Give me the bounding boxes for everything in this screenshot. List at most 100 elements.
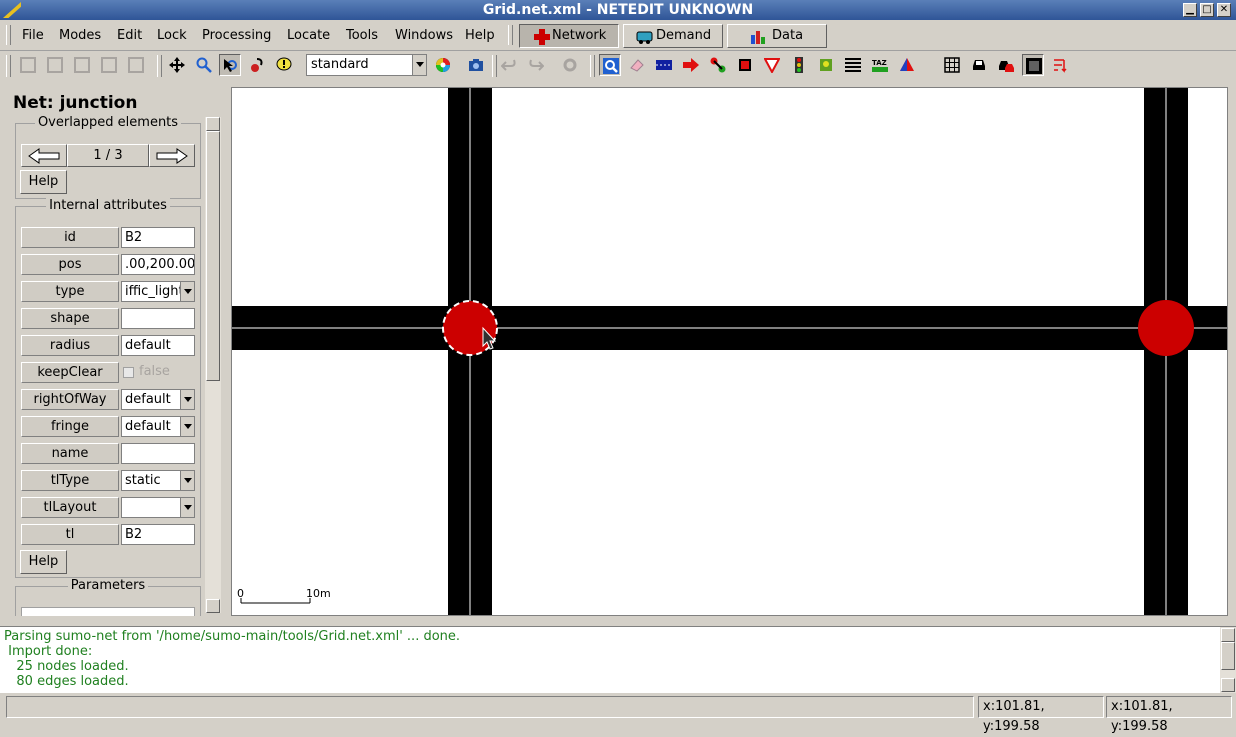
message-log[interactable]: Parsing sumo-net from '/home/sumo-main/t…	[0, 626, 1236, 693]
arrow-right-icon	[683, 58, 699, 72]
save-network-button[interactable]	[44, 54, 66, 76]
attr-label-tllayout[interactable]: tlLayout	[21, 497, 119, 518]
compute-junctions-button[interactable]	[559, 54, 581, 76]
scroll-up-icon[interactable]	[1221, 628, 1235, 642]
shape-mode-button[interactable]	[896, 54, 918, 76]
save-demand-button[interactable]	[98, 54, 120, 76]
recenter-view-button[interactable]	[166, 54, 188, 76]
additional-mode-button[interactable]	[815, 54, 837, 76]
taz-mode-button[interactable]: TAZ	[869, 54, 891, 76]
maximize-button[interactable]: □	[1200, 3, 1214, 17]
toolbar-grip[interactable]	[6, 55, 11, 77]
junction-shape-icon	[1026, 58, 1042, 74]
attr-shape-input[interactable]	[121, 308, 195, 329]
supermode-network-button[interactable]: Network	[519, 24, 619, 48]
select-mode-button[interactable]	[653, 54, 675, 76]
change-all-phases-button[interactable]	[1049, 54, 1071, 76]
menu-windows[interactable]: Windows	[395, 28, 453, 43]
menu-lock[interactable]: Lock	[157, 28, 187, 43]
connection-mode-button[interactable]	[734, 54, 756, 76]
attr-radius-input[interactable]: default	[121, 335, 195, 356]
toolbar-grip[interactable]	[6, 25, 11, 45]
viewport-scheme-select[interactable]: standard	[306, 54, 427, 76]
new-network-button[interactable]	[17, 54, 39, 76]
attr-type-select[interactable]: iffic_light	[121, 281, 195, 302]
inspect-cursor-button[interactable]	[219, 54, 241, 76]
close-button[interactable]: ✕	[1217, 3, 1231, 17]
minimize-button[interactable]: ▁	[1183, 3, 1197, 17]
hint-button[interactable]	[273, 54, 295, 76]
previous-overlapped-button[interactable]	[21, 144, 67, 167]
menu-processing[interactable]: Processing	[202, 28, 271, 43]
attr-rightofway-value: default	[125, 392, 171, 407]
junction-c2[interactable]	[1138, 300, 1194, 356]
scroll-down-icon[interactable]	[206, 599, 220, 613]
attr-label-name[interactable]: name	[21, 443, 119, 464]
attr-label-radius[interactable]: radius	[21, 335, 119, 356]
supermode-data-button[interactable]: Data	[727, 24, 827, 48]
zoom-button[interactable]	[193, 54, 215, 76]
redo-button[interactable]	[525, 54, 547, 76]
gear-icon	[563, 58, 577, 72]
parameters-field[interactable]	[21, 607, 195, 616]
supermode-demand-button[interactable]: Demand	[623, 24, 723, 48]
save-icon	[20, 57, 36, 73]
panel-scroll-thumb[interactable]	[206, 131, 220, 381]
move-mode-button[interactable]	[680, 54, 702, 76]
attr-label-pos[interactable]: pos	[21, 254, 119, 275]
attr-tl-input[interactable]: B2	[121, 524, 195, 545]
attr-rightofway-select[interactable]: default	[121, 389, 195, 410]
message-scroll-thumb[interactable]	[1221, 642, 1235, 670]
attributes-help-button[interactable]: Help	[20, 550, 67, 574]
attr-id-input[interactable]: B2	[121, 227, 195, 248]
attr-label-id[interactable]: id	[21, 227, 119, 248]
menu-modes[interactable]: Modes	[59, 28, 101, 43]
spread-vehicles-button[interactable]	[1022, 54, 1044, 76]
crossing-mode-button[interactable]	[842, 54, 864, 76]
screenshot-button[interactable]	[465, 54, 487, 76]
attr-name-input[interactable]	[121, 443, 195, 464]
locate-button[interactable]	[246, 54, 268, 76]
save-all-button[interactable]	[71, 54, 93, 76]
show-demand-button[interactable]	[968, 54, 990, 76]
attr-fringe-select[interactable]: default	[121, 416, 195, 437]
network-view[interactable]	[232, 88, 1228, 616]
menu-edit[interactable]: Edit	[117, 28, 142, 43]
scroll-down-icon[interactable]	[1221, 678, 1235, 692]
traffic-light-mode-button[interactable]	[788, 54, 810, 76]
attr-label-tltype[interactable]: tlType	[21, 470, 119, 491]
undo-button[interactable]	[498, 54, 520, 76]
toolbar-separator	[492, 55, 497, 77]
attr-label-rightofway[interactable]: rightOfWay	[21, 389, 119, 410]
attr-label-fringe[interactable]: fringe	[21, 416, 119, 437]
attr-pos-input[interactable]: .00,200.00	[121, 254, 195, 275]
prohibition-mode-button[interactable]	[761, 54, 783, 76]
toolbar-grip[interactable]	[508, 25, 513, 45]
keepclear-checkbox[interactable]	[123, 367, 134, 378]
network-canvas[interactable]: 0 10m	[231, 87, 1228, 616]
message-scrollbar[interactable]	[1220, 627, 1236, 693]
overlapped-help-button[interactable]: Help	[20, 170, 67, 194]
delete-mode-button[interactable]	[626, 54, 648, 76]
menu-locate[interactable]: Locate	[287, 28, 330, 43]
color-wheel-button[interactable]	[432, 54, 454, 76]
inspect-mode-button[interactable]	[599, 54, 621, 76]
svg-text:TAZ: TAZ	[872, 59, 887, 67]
next-overlapped-button[interactable]	[149, 144, 195, 167]
network-icon	[534, 29, 550, 45]
attr-label-keepclear[interactable]: keepClear	[21, 362, 119, 383]
menu-help[interactable]: Help	[465, 28, 495, 43]
grid-toggle-button[interactable]	[941, 54, 963, 76]
scroll-up-icon[interactable]	[206, 117, 220, 131]
attr-label-tl[interactable]: tl	[21, 524, 119, 545]
save-data-button[interactable]	[125, 54, 147, 76]
attr-tllayout-select[interactable]	[121, 497, 195, 518]
attr-tltype-select[interactable]: static	[121, 470, 195, 491]
panel-scrollbar[interactable]	[205, 117, 221, 613]
attr-label-shape[interactable]: shape	[21, 308, 119, 329]
create-edge-button[interactable]	[707, 54, 729, 76]
show-connections-button[interactable]	[995, 54, 1017, 76]
menu-tools[interactable]: Tools	[346, 28, 378, 43]
attr-label-type[interactable]: type	[21, 281, 119, 302]
menu-file[interactable]: File	[22, 28, 44, 43]
